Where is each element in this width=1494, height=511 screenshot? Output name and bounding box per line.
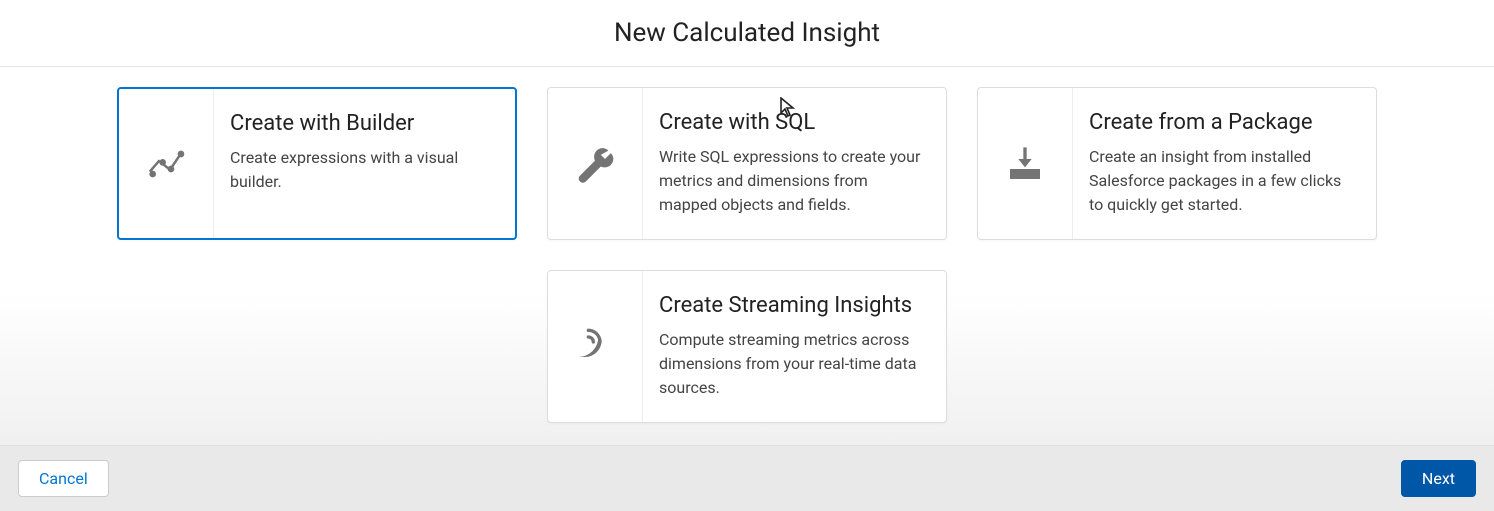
download-icon	[978, 88, 1073, 239]
next-button[interactable]: Next	[1401, 460, 1476, 497]
card-text: Create Streaming Insights Compute stream…	[643, 271, 946, 422]
option-create-with-builder[interactable]: Create with Builder Create expressions w…	[117, 87, 517, 240]
wrench-icon	[548, 88, 643, 239]
card-text: Create from a Package Create an insight …	[1073, 88, 1376, 239]
card-description: Create an insight from installed Salesfo…	[1089, 145, 1356, 217]
card-description: Write SQL expressions to create your met…	[659, 145, 926, 217]
option-create-from-package[interactable]: Create from a Package Create an insight …	[977, 87, 1377, 240]
card-description: Create expressions with a visual builder…	[230, 146, 495, 194]
option-create-with-sql[interactable]: Create with SQL Write SQL expressions to…	[547, 87, 947, 240]
dialog-header: New Calculated Insight	[0, 0, 1494, 67]
chart-line-icon	[119, 89, 214, 238]
card-grid: Create with Builder Create expressions w…	[117, 87, 1377, 423]
card-title: Create with SQL	[659, 110, 926, 135]
card-text: Create with SQL Write SQL expressions to…	[643, 88, 946, 239]
card-title: Create with Builder	[230, 111, 495, 136]
option-create-streaming-insights[interactable]: Create Streaming Insights Compute stream…	[547, 270, 947, 423]
page-title: New Calculated Insight	[0, 18, 1494, 48]
card-description: Compute streaming metrics across dimensi…	[659, 328, 926, 400]
options-area: Create with Builder Create expressions w…	[0, 67, 1494, 445]
dialog-footer: Cancel Next	[0, 445, 1494, 511]
cancel-button[interactable]: Cancel	[18, 460, 109, 497]
card-title: Create Streaming Insights	[659, 293, 926, 318]
card-title: Create from a Package	[1089, 110, 1356, 135]
satellite-dish-icon	[548, 271, 643, 422]
card-text: Create with Builder Create expressions w…	[214, 89, 515, 238]
